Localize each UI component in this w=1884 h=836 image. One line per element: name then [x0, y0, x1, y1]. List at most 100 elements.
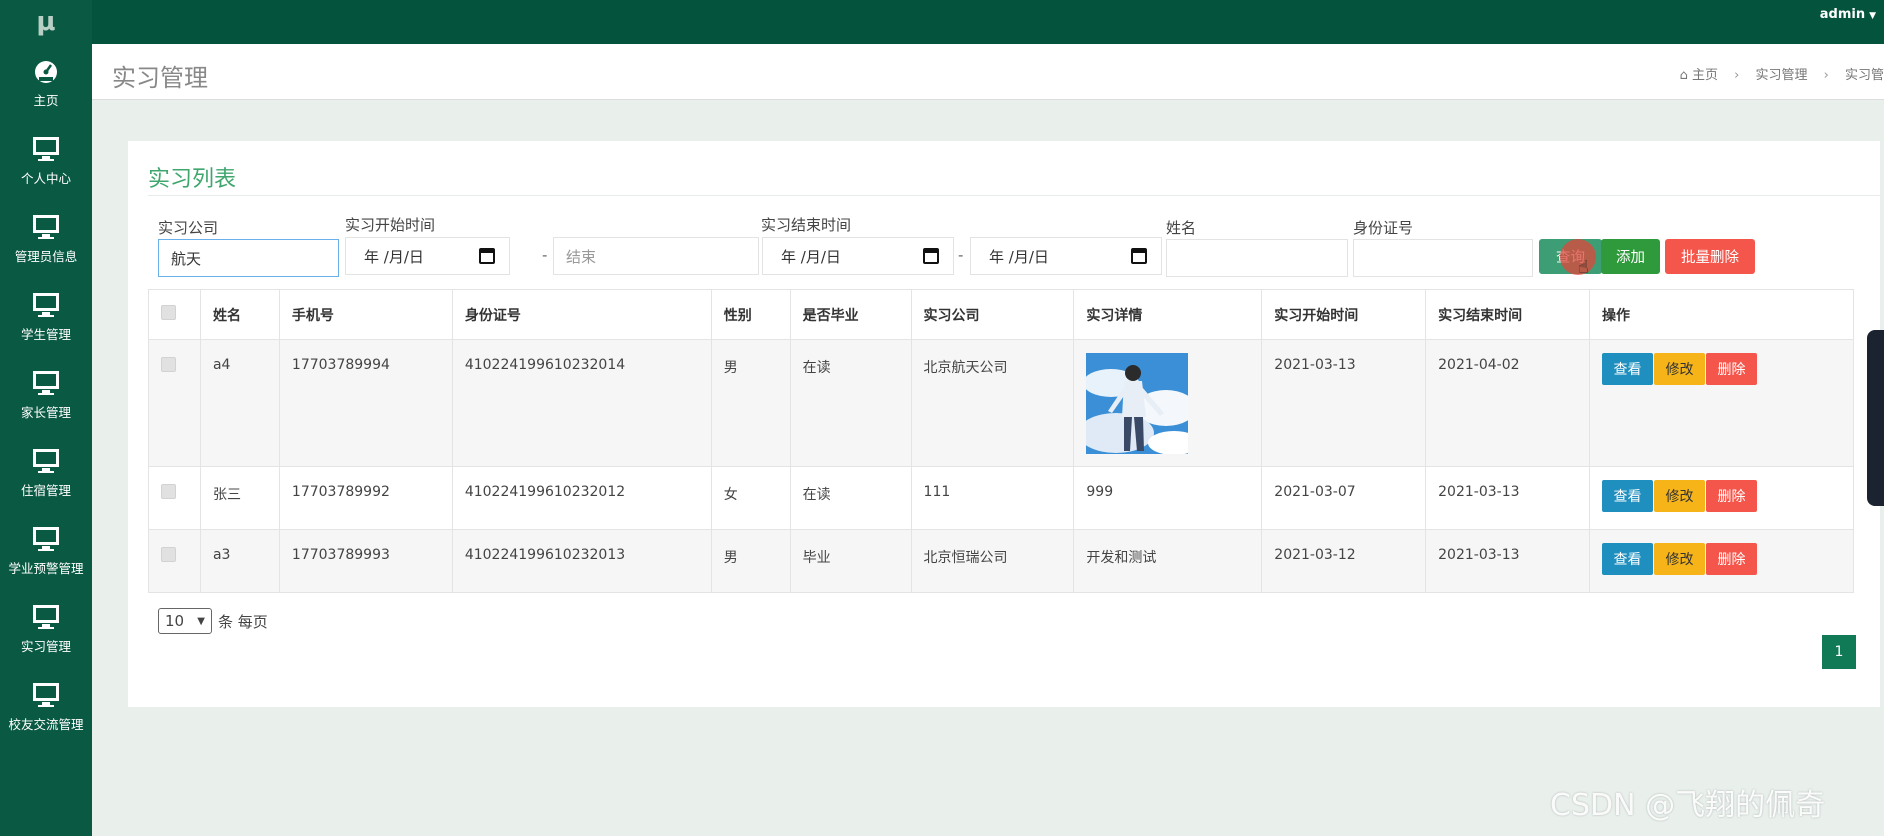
cell-end-date: 2021-04-02 [1425, 339, 1590, 467]
sidebar-item-student-management[interactable]: 学生管理 [0, 278, 92, 356]
cell-actions: 查看 修改 删除 [1589, 339, 1854, 467]
sidebar: μ 主页 个人中心 管理员信息 学生管理 家长管理 住宿管理 学业预警管理 实习… [0, 0, 92, 836]
monitor-icon [32, 370, 60, 396]
detail-image[interactable] [1086, 353, 1189, 454]
page-size-value: 10 [165, 612, 185, 630]
column-header: 实习公司 [910, 289, 1075, 340]
dashboard-icon [32, 58, 60, 84]
cell-company: 北京航天公司 [910, 339, 1075, 467]
start-time-to-input[interactable]: 结束 [553, 237, 759, 275]
select-all-cell[interactable] [148, 289, 201, 340]
row-checkbox[interactable] [161, 547, 176, 562]
sidebar-item-label: 实习管理 [20, 638, 71, 654]
sidebar-item-academic-warning[interactable]: 学业预警管理 [0, 512, 92, 590]
sidebar-item-label: 个人中心 [20, 170, 71, 186]
view-button[interactable]: 查看 [1602, 353, 1653, 385]
sidebar-item-internship-management[interactable]: 实习管理 [0, 590, 92, 668]
column-header: 实习详情 [1073, 289, 1263, 340]
sidebar-item-label: 家长管理 [20, 404, 71, 420]
column-header: 是否毕业 [789, 289, 912, 340]
date-placeholder: 年 /月/日 [364, 247, 424, 266]
name-filter-input[interactable] [1166, 239, 1348, 277]
end-time-filter-label: 实习结束时间 [761, 216, 852, 234]
breadcrumb-item-home[interactable]: 主页 [1692, 68, 1718, 83]
sidebar-item-admin-info[interactable]: 管理员信息 [0, 200, 92, 278]
user-name: admin [1819, 7, 1866, 22]
cell-name: 张三 [199, 466, 280, 530]
start-time-from-input[interactable]: 年 /月/日 [345, 237, 510, 275]
cell-id: 410224199610232013 [451, 529, 712, 593]
date-placeholder: 年 /月/日 [781, 247, 841, 266]
internship-list-panel: 实习列表 实习公司 航天 实习开始时间 年 /月/日 - 结束 实习结束时间 年… [128, 141, 1880, 707]
cell-end-date: 2021-03-13 [1425, 466, 1590, 530]
monitor-icon [32, 136, 60, 162]
chevron-right-icon: › [1734, 68, 1740, 83]
sidebar-item-label: 校友交流管理 [8, 716, 84, 732]
column-header: 实习结束时间 [1425, 289, 1590, 340]
column-header: 操作 [1589, 289, 1854, 340]
top-navbar: admin ▼ [92, 0, 1884, 44]
breadcrumb-item-section[interactable]: 实习管理 [1755, 68, 1807, 83]
company-filter-input[interactable]: 航天 [158, 239, 339, 277]
page-button-current[interactable]: 1 [1822, 635, 1856, 669]
row-checkbox[interactable] [161, 357, 176, 372]
page-size-select[interactable]: 10 ▼ [158, 608, 212, 634]
sidebar-item-alumni-exchange[interactable]: 校友交流管理 [0, 668, 92, 746]
cell-company: 北京恒瑞公司 [910, 529, 1075, 593]
edit-button[interactable]: 修改 [1654, 480, 1705, 512]
monitor-icon [32, 682, 60, 708]
calendar-icon[interactable] [479, 248, 495, 264]
floating-side-widget[interactable] [1867, 330, 1884, 506]
user-menu[interactable]: admin ▼ [1820, 7, 1876, 22]
breadcrumb-item-current: 实习管 [1844, 68, 1884, 83]
calendar-icon[interactable] [923, 248, 939, 264]
end-time-from-input[interactable]: 年 /月/日 [762, 237, 954, 275]
row-select-cell [148, 466, 201, 530]
date-placeholder: 年 /月/日 [989, 247, 1049, 266]
id-filter-input[interactable] [1353, 239, 1533, 277]
monitor-icon [32, 604, 60, 630]
sidebar-item-home[interactable]: 主页 [0, 44, 92, 122]
column-header: 姓名 [199, 289, 280, 340]
row-checkbox[interactable] [161, 484, 176, 499]
view-button[interactable]: 查看 [1602, 543, 1653, 575]
cell-phone: 17703789993 [278, 529, 453, 593]
id-filter-label: 身份证号 [1353, 219, 1414, 237]
edit-button[interactable]: 修改 [1654, 353, 1705, 385]
range-dash: - [542, 246, 548, 264]
sidebar-item-personal-center[interactable]: 个人中心 [0, 122, 92, 200]
edit-button[interactable]: 修改 [1654, 543, 1705, 575]
page-header: 实习管理 ⌂ 主页 › 实习管理 › 实习管 [92, 44, 1884, 100]
calendar-icon[interactable] [1131, 248, 1147, 264]
delete-button[interactable]: 删除 [1706, 353, 1757, 385]
cell-detail: 999 [1073, 466, 1263, 530]
cell-graduated: 在读 [789, 466, 912, 530]
table-row: a3 17703789993 410224199610232013 男 毕业 北… [148, 529, 1854, 593]
delete-button[interactable]: 删除 [1706, 480, 1757, 512]
cell-graduated: 在读 [789, 339, 912, 467]
caret-down-icon: ▼ [1869, 11, 1876, 21]
sidebar-item-dorm-management[interactable]: 住宿管理 [0, 434, 92, 512]
view-button[interactable]: 查看 [1602, 480, 1653, 512]
company-filter-label: 实习公司 [158, 219, 219, 237]
panel-title: 实习列表 [148, 167, 237, 192]
range-dash: - [958, 246, 964, 264]
row-select-cell [148, 339, 201, 467]
delete-button[interactable]: 删除 [1706, 543, 1757, 575]
cell-start-date: 2021-03-12 [1261, 529, 1427, 593]
select-all-checkbox[interactable] [161, 305, 176, 320]
add-button[interactable]: 添加 [1601, 239, 1660, 274]
chevron-down-icon: ▼ [197, 615, 205, 627]
chevron-right-icon: › [1823, 68, 1829, 83]
column-header: 实习开始时间 [1261, 289, 1427, 340]
bulk-delete-button[interactable]: 批量删除 [1665, 239, 1755, 274]
cell-end-date: 2021-03-13 [1425, 529, 1590, 593]
table-header-row: 姓名 手机号 身份证号 性别 是否毕业 实习公司 实习详情 实习开始时间 实习结… [148, 289, 1854, 340]
row-select-cell [148, 529, 201, 593]
monitor-icon [32, 292, 60, 318]
app-logo: μ [36, 7, 56, 37]
cell-actions: 查看 修改 删除 [1589, 529, 1854, 593]
sidebar-item-parent-management[interactable]: 家长管理 [0, 356, 92, 434]
end-time-to-input[interactable]: 年 /月/日 [970, 237, 1162, 275]
sidebar-item-label: 住宿管理 [20, 482, 71, 498]
